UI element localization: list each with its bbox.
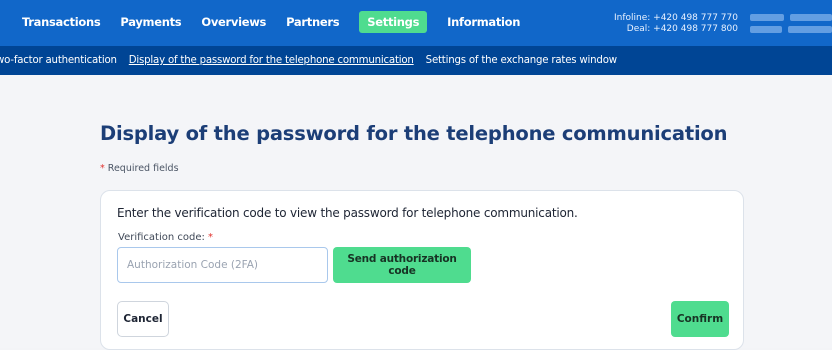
send-authorization-code-button[interactable]: Send authorization code	[333, 247, 471, 283]
required-fields-note: * Required fields	[100, 163, 179, 174]
main-menu: Transactions Payments Overviews Partners…	[22, 11, 540, 33]
deal-line-text: Deal: +420 498 777 800	[626, 24, 738, 34]
confirm-button[interactable]: Confirm	[671, 301, 729, 337]
verification-form-card: Enter the verification code to view the …	[100, 190, 744, 350]
redacted-user-line	[750, 26, 782, 33]
verification-code-label-text: Verification code:	[118, 232, 205, 243]
top-navigation-bar: Transactions Payments Overviews Partners…	[0, 0, 832, 46]
cancel-button[interactable]: Cancel	[117, 301, 169, 337]
menu-item-information[interactable]: Information	[447, 15, 520, 29]
subnav-exchange-rates-window[interactable]: Settings of the exchange rates window	[426, 55, 617, 66]
menu-item-partners[interactable]: Partners	[286, 15, 339, 29]
required-star: *	[208, 232, 214, 243]
contact-info: Infoline: +420 498 777 770 Deal: +420 49…	[614, 13, 738, 35]
infoline-text: Infoline: +420 498 777 770	[613, 13, 738, 23]
redacted-user-name	[750, 14, 784, 21]
redacted-user-detail	[790, 14, 832, 21]
page-title: Display of the password for the telephon…	[100, 122, 728, 145]
menu-item-transactions[interactable]: Transactions	[22, 15, 101, 29]
settings-submenu: wo-factor authentication Display of the …	[0, 55, 629, 66]
menu-item-overviews[interactable]: Overviews	[201, 15, 266, 29]
settings-subnavigation: wo-factor authentication Display of the …	[0, 46, 832, 75]
page-content: Display of the password for the telephon…	[0, 75, 832, 350]
authorization-code-input[interactable]	[117, 247, 328, 283]
app-window: Transactions Payments Overviews Partners…	[0, 0, 832, 350]
required-star: *	[100, 163, 105, 174]
subnav-telephone-password[interactable]: Display of the password for the telephon…	[129, 55, 414, 66]
redacted-user-line-2	[788, 26, 832, 33]
required-fields-label: Required fields	[107, 163, 179, 174]
verification-instruction: Enter the verification code to view the …	[117, 206, 578, 220]
menu-item-settings[interactable]: Settings	[359, 11, 428, 33]
menu-item-payments[interactable]: Payments	[120, 15, 181, 29]
verification-code-label: Verification code: *	[118, 232, 213, 243]
subnav-two-factor-authentication[interactable]: wo-factor authentication	[0, 55, 117, 66]
